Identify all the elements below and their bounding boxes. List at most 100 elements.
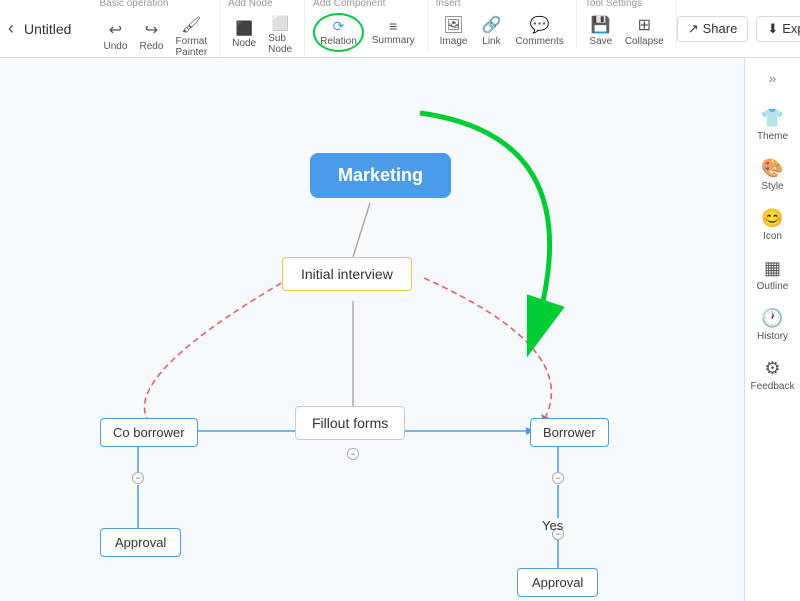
group-label-insert: Insert [436,0,461,9]
sidebar-item-outline[interactable]: ▦ Outline [749,252,797,298]
node-initial-interview[interactable]: Initial interview [282,257,412,291]
undo-button[interactable]: ↩ Undo [99,18,131,54]
sidebar-item-history[interactable]: 🕐 History [749,302,797,348]
comments-button[interactable]: 💬 Comments [511,13,567,49]
comments-label: Comments [515,36,563,47]
connectors-svg [0,58,744,601]
image-button[interactable]: 🖼 Image [436,13,472,49]
basic-items: ↩ Undo ↪ Redo 🖌 Format Painter [99,13,211,60]
collapse-label: Collapse [625,36,664,47]
history-icon: 🕐 [761,308,783,329]
toolbar-group-add-component: Add Component ⟳ Relation ≡ Summary [305,0,428,52]
link-button[interactable]: 🔗 Link [475,13,507,49]
toolbar-group-tool-settings: Tool Settings 💾 Save ⊞ Collapse [577,0,677,49]
undo-icon: ↩ [109,20,122,40]
right-sidebar: » 👕 Theme 🎨 Style 😊 Icon ▦ Outline 🕐 His… [744,58,800,601]
format-painter-button[interactable]: 🖌 Format Painter [171,13,211,60]
collapse-co-borrower[interactable] [132,472,144,484]
insert-items: 🖼 Image 🔗 Link 💬 Comments [436,13,568,49]
redo-icon: ↪ [145,20,158,40]
node-icon: ⬛ [235,20,252,37]
export-icon: ⬇ [767,21,778,37]
back-button[interactable]: ‹ [8,18,14,39]
image-label: Image [440,36,468,47]
canvas[interactable]: Marketing Initial interview Fillout form… [0,58,744,601]
history-label: History [757,331,788,342]
node-borrower[interactable]: Borrower [530,418,609,447]
share-icon: ↗ [688,21,699,37]
sidebar-item-theme[interactable]: 👕 Theme [749,102,797,148]
toolbar-group-add-node: Add Node ⬛ Node ⬜ Sub Node [220,0,305,57]
initial-interview-label: Initial interview [301,266,393,282]
collapse-button[interactable]: ⊞ Collapse [621,13,668,49]
toolbar-group-basic: Basic operation ↩ Undo ↪ Redo 🖌 Format P… [91,0,220,60]
export-button[interactable]: ⬇ Export [756,16,800,42]
summary-button[interactable]: ≡ Summary [368,16,419,48]
main-area: Marketing Initial interview Fillout form… [0,58,800,601]
sub-node-label: Sub Node [268,33,292,55]
image-icon: 🖼 [443,15,463,35]
node-approval-right[interactable]: Approval [517,568,598,597]
relation-icon: ⟳ [333,18,345,35]
sub-node-icon: ⬜ [271,15,288,32]
app-title: Untitled [24,21,71,37]
sidebar-item-feedback[interactable]: ⚙ Feedback [749,352,797,398]
summary-label: Summary [372,35,415,46]
collapse-icon: ⊞ [638,15,651,35]
collapse-borrower[interactable] [552,472,564,484]
share-button[interactable]: ↗ Share [677,16,749,42]
collapse-fillout-forms[interactable] [347,448,359,460]
redo-button[interactable]: ↪ Redo [135,18,167,54]
group-label-add-node: Add Node [228,0,272,9]
export-label: Export [782,21,800,36]
node-marketing[interactable]: Marketing [310,153,451,198]
save-icon: 💾 [591,15,611,35]
style-label: Style [761,181,783,192]
fillout-forms-label: Fillout forms [312,415,388,431]
relation-label: Relation [320,36,357,47]
style-icon: 🎨 [761,158,783,179]
node-yes: Yes [542,518,563,533]
node-co-borrower[interactable]: Co borrower [100,418,198,447]
icon-icon: 😊 [761,208,783,229]
sidebar-item-style[interactable]: 🎨 Style [749,152,797,198]
icon-label: Icon [763,231,782,242]
node-label: Node [232,38,256,49]
sub-node-button[interactable]: ⬜ Sub Node [264,13,296,57]
share-label: Share [703,21,738,36]
sidebar-collapse-button[interactable]: » [765,66,781,90]
marketing-label: Marketing [338,165,423,185]
undo-label: Undo [104,41,128,52]
theme-label: Theme [757,131,788,142]
link-icon: 🔗 [481,15,501,35]
group-label-tool-settings: Tool Settings [585,0,642,9]
group-label-basic: Basic operation [99,0,168,9]
add-component-items: ⟳ Relation ≡ Summary [313,13,419,52]
add-node-items: ⬛ Node ⬜ Sub Node [228,13,296,57]
format-painter-label: Format Painter [175,36,207,58]
redo-label: Redo [140,41,164,52]
summary-icon: ≡ [389,18,397,34]
node-fillout-forms[interactable]: Fillout forms [295,406,405,440]
save-label: Save [589,36,612,47]
co-borrower-label: Co borrower [113,425,185,440]
node-button[interactable]: ⬛ Node [228,18,260,51]
link-label: Link [482,36,500,47]
approval-right-label: Approval [532,575,583,590]
comments-icon: 💬 [530,15,550,35]
theme-icon: 👕 [761,108,783,129]
node-approval-left[interactable]: Approval [100,528,181,557]
toolbar-right: ↗ Share ⬇ Export [677,16,800,42]
yes-label: Yes [542,518,563,533]
approval-left-label: Approval [115,535,166,550]
green-arrow-svg [0,58,744,601]
relation-button[interactable]: ⟳ Relation [313,13,364,52]
sidebar-item-icon[interactable]: 😊 Icon [749,202,797,248]
save-button[interactable]: 💾 Save [585,13,617,49]
outline-label: Outline [757,281,789,292]
toolbar-group-insert: Insert 🖼 Image 🔗 Link 💬 Comments [428,0,577,49]
group-label-add-component: Add Component [313,0,385,9]
feedback-label: Feedback [751,381,795,392]
toolbar-groups: Basic operation ↩ Undo ↪ Redo 🖌 Format P… [91,0,676,60]
toolbar: ‹ Untitled Basic operation ↩ Undo ↪ Redo… [0,0,800,58]
